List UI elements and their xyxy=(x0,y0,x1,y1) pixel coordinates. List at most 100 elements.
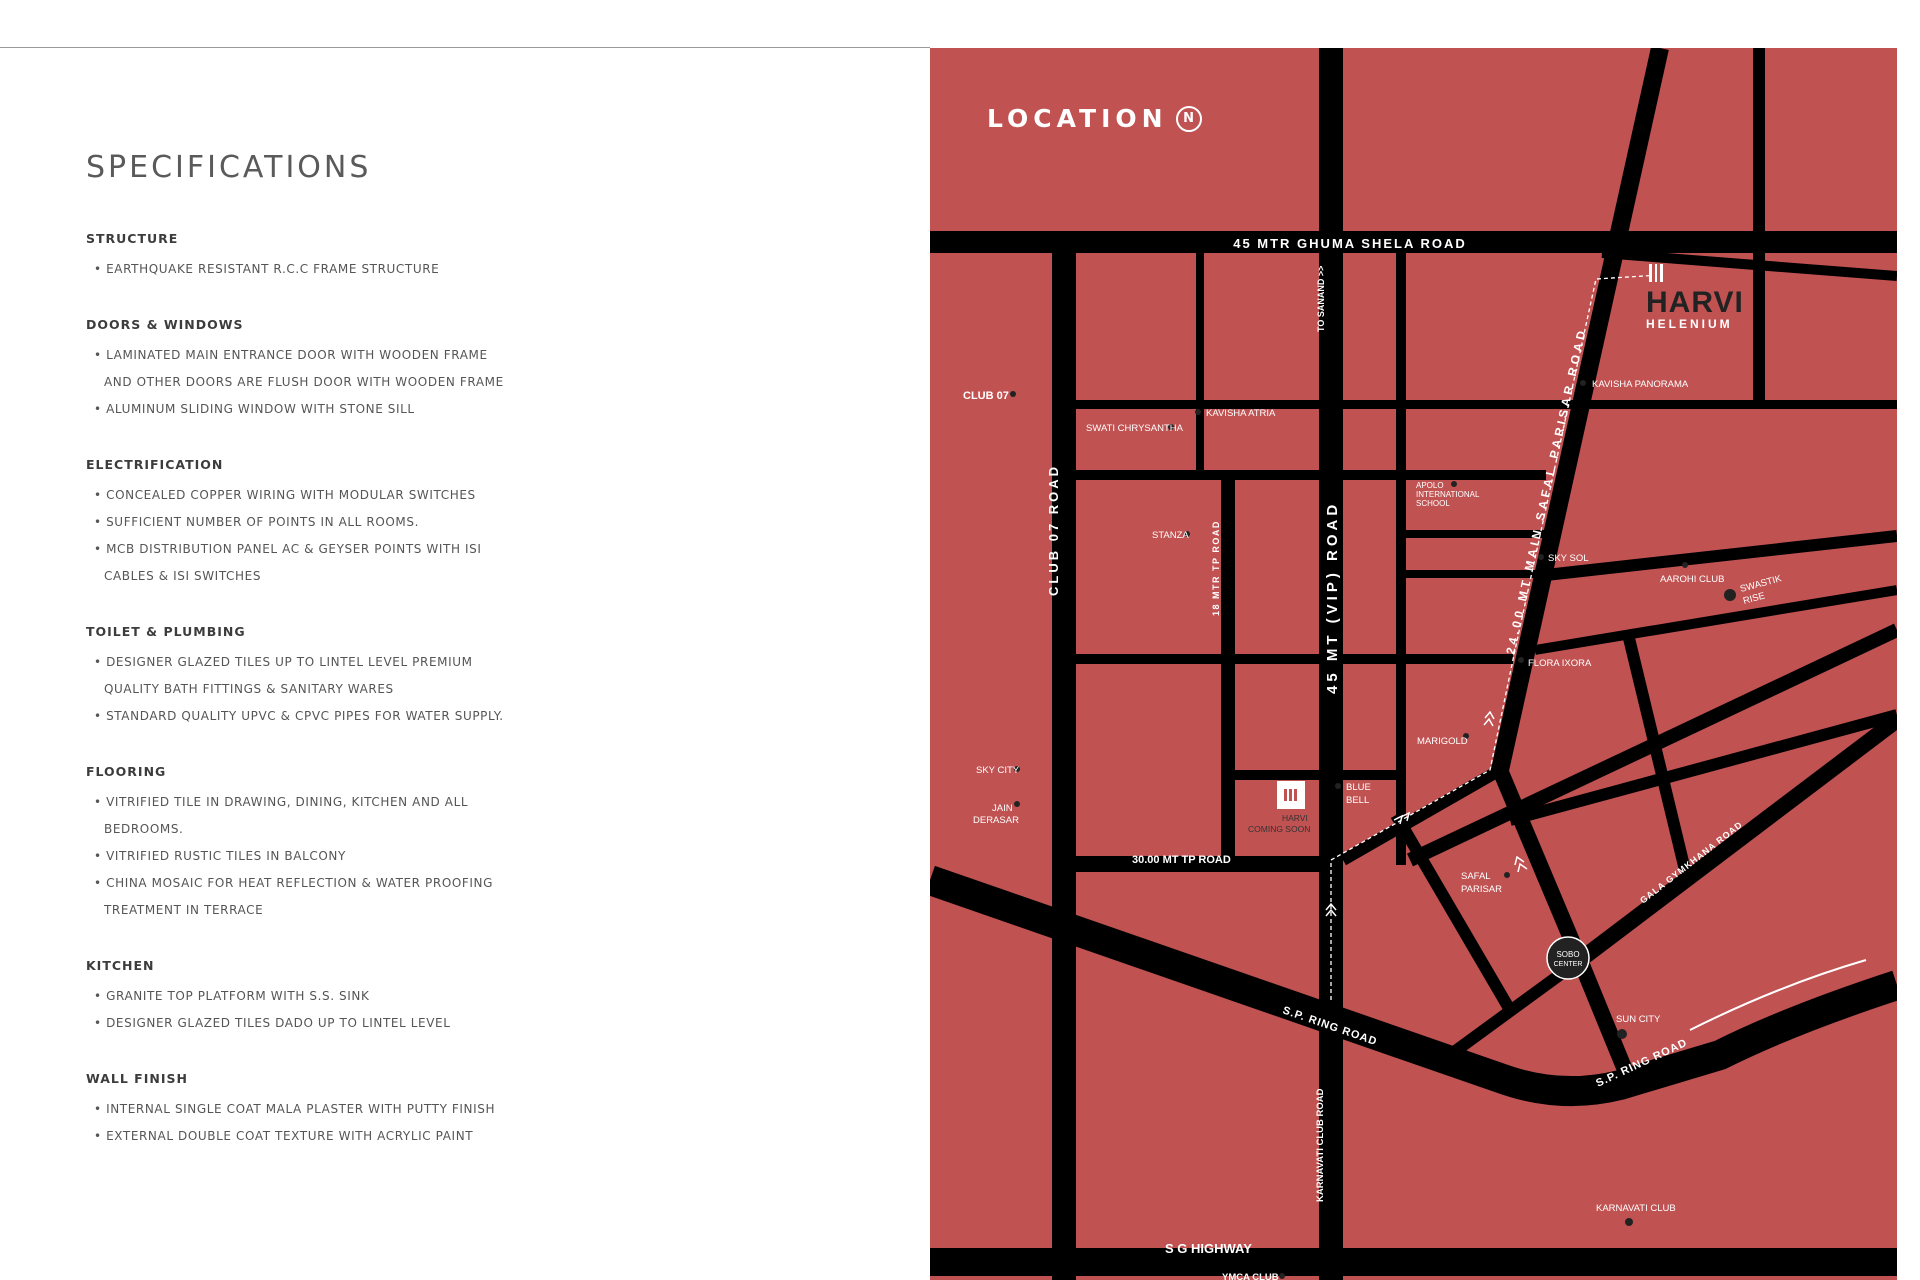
landmark-kavisha-panorama: KAVISHA PANORAMA xyxy=(1592,379,1689,390)
landmark-blue-1: BLUE xyxy=(1346,782,1371,793)
landmark-harvi-cs-1: HARVI xyxy=(1282,813,1308,823)
label-tp18-road: 18 MTR TP ROAD xyxy=(1211,520,1221,616)
landmark-apolo-2: INTERNATIONAL xyxy=(1416,490,1480,499)
location-title-text: LOCATION xyxy=(987,104,1168,133)
landmark-dot xyxy=(1682,562,1688,568)
sobo-center-marker: SOBO CENTER xyxy=(1546,936,1590,980)
sobo-label-1: SOBO xyxy=(1556,950,1579,959)
label-ghuma-shela: 45 MTR GHUMA SHELA ROAD xyxy=(1233,236,1467,251)
spec-item: EXTERNAL DOUBLE COAT TEXTURE WITH ACRYLI… xyxy=(94,1123,706,1150)
spec-heading: ELECTRIFICATION xyxy=(86,457,224,472)
landmark-aarohi: AAROHI CLUB xyxy=(1660,574,1724,585)
label-club07-road: CLUB 07 ROAD xyxy=(1046,464,1061,596)
spec-section-wall-finish: WALL FINISH INTERNAL SINGLE COAT MALA PL… xyxy=(86,1071,706,1150)
harvi-coming-soon-marker xyxy=(1277,781,1305,809)
landmark-sky-sol: SKY SOL xyxy=(1548,553,1589,564)
spec-item: GRANITE TOP PLATFORM WITH S.S. SINK xyxy=(94,983,706,1010)
label-vip-road: 45 MT (VIP) ROAD xyxy=(1324,501,1341,694)
landmark-flora: FLORA IXORA xyxy=(1528,658,1592,669)
road-local xyxy=(1076,470,1319,480)
spec-item: EARTHQUAKE RESISTANT R.C.C FRAME STRUCTU… xyxy=(94,256,706,283)
specifications-panel: SPECIFICATIONS STRUCTURE EARTHQUAKE RESI… xyxy=(86,150,706,1184)
landmark-dot xyxy=(1451,481,1457,487)
label-tp30-road: 30.00 MT TP ROAD xyxy=(1132,854,1231,866)
landmark-dot xyxy=(1518,657,1524,663)
location-title: LOCATION N xyxy=(987,104,1202,133)
harvi-logo: HARVI xyxy=(1646,286,1744,319)
spec-heading: WALL FINISH xyxy=(86,1071,188,1086)
landmark-dot xyxy=(1625,1218,1633,1226)
spec-item: INTERNAL SINGLE COAT MALA PLASTER WITH P… xyxy=(94,1096,706,1123)
harvi-logo-mark xyxy=(1649,264,1663,282)
harvi-subtitle: HELENIUM xyxy=(1646,317,1733,331)
landmark-dot xyxy=(1504,872,1510,878)
landmark-kavisha-atria: KAVISHA ATRIA xyxy=(1206,408,1276,419)
spec-item: MCB DISTRIBUTION PANEL AC & GEYSER POINT… xyxy=(94,536,706,590)
road-sg-highway xyxy=(930,1248,1897,1276)
spec-item: VITRIFIED TILE IN DRAWING, DINING, KITCH… xyxy=(94,789,706,843)
road-local xyxy=(1235,770,1319,780)
road-local xyxy=(1076,400,1897,409)
landmark-sky-city: SKY CITY xyxy=(976,765,1020,776)
spec-section-toilet-plumbing: TOILET & PLUMBING DESIGNER GLAZED TILES … xyxy=(86,624,706,730)
landmark-safal-1: SAFAL xyxy=(1461,871,1491,882)
top-divider xyxy=(0,47,930,48)
spec-item: ALUMINUM SLIDING WINDOW WITH STONE SILL xyxy=(94,396,706,423)
landmark-stanza: STANZA xyxy=(1152,530,1189,541)
road-local xyxy=(1343,470,1546,480)
road-club07 xyxy=(1052,253,1076,1280)
road-tp18 xyxy=(1221,480,1235,860)
landmark-karnavati-club: KARNAVATI CLUB xyxy=(1596,1203,1676,1214)
road-local xyxy=(1196,253,1204,475)
spec-heading: DOORS & WINDOWS xyxy=(86,317,244,332)
spec-section-electrification: ELECTRIFICATION CONCEALED COPPER WIRING … xyxy=(86,457,706,590)
spec-section-kitchen: KITCHEN GRANITE TOP PLATFORM WITH S.S. S… xyxy=(86,958,706,1037)
landmark-dot xyxy=(1617,1029,1627,1039)
landmark-dot xyxy=(1580,380,1586,386)
landmark-dot xyxy=(1335,783,1341,789)
spec-item: CHINA MOSAIC FOR HEAT REFLECTION & WATER… xyxy=(94,870,706,924)
road-local xyxy=(1753,48,1765,401)
road-local xyxy=(1343,770,1396,780)
label-sg-highway: S G HIGHWAY xyxy=(1165,1241,1252,1256)
road-local xyxy=(1406,530,1546,538)
label-to-sanand: TO SANAND >> xyxy=(1316,266,1326,332)
spec-item: VITRIFIED RUSTIC TILES IN BALCONY xyxy=(94,843,706,870)
landmark-dot xyxy=(1724,589,1736,601)
spec-item: DESIGNER GLAZED TILES DADO UP TO LINTEL … xyxy=(94,1010,706,1037)
landmark-safal-2: PARISAR xyxy=(1461,884,1502,895)
landmark-marigold: MARIGOLD xyxy=(1417,736,1468,747)
landmark-dot xyxy=(1195,409,1201,415)
specifications-title: SPECIFICATIONS xyxy=(86,150,372,185)
landmark-dot xyxy=(1279,1273,1285,1279)
landmark-dot xyxy=(1014,801,1020,807)
spec-item: LAMINATED MAIN ENTRANCE DOOR WITH WOODEN… xyxy=(94,342,706,396)
road-local xyxy=(1343,654,1513,664)
landmark-apolo-1: APOLO xyxy=(1416,481,1444,490)
spec-section-structure: STRUCTURE EARTHQUAKE RESISTANT R.C.C FRA… xyxy=(86,231,706,283)
landmark-club07: CLUB 07 xyxy=(963,390,1009,402)
landmark-sun-city: SUN CITY xyxy=(1616,1014,1661,1025)
road-local xyxy=(1076,654,1319,664)
spec-item: SUFFICIENT NUMBER OF POINTS IN ALL ROOMS… xyxy=(94,509,706,536)
landmark-apolo-3: SCHOOL xyxy=(1416,499,1450,508)
label-karnavati-club-road: KARNAVATI CLUB ROAD xyxy=(1315,1088,1326,1202)
sobo-label-2: CENTER xyxy=(1554,961,1583,968)
landmark-ymca: YMCA CLUB xyxy=(1222,1272,1279,1280)
landmark-dot xyxy=(1538,554,1544,560)
landmark-swati: SWATI CHRYSANTHA xyxy=(1086,423,1184,434)
location-map[interactable]: 45 MTR GHUMA SHELA ROAD 45 MT (VIP) ROAD… xyxy=(930,48,1897,1280)
compass-icon: N xyxy=(1175,105,1202,132)
spec-item: STANDARD QUALITY UPVC & CPVC PIPES FOR W… xyxy=(94,703,706,730)
road-local xyxy=(1396,253,1406,865)
landmark-jain-2: DERASAR xyxy=(973,815,1019,826)
spec-heading: STRUCTURE xyxy=(86,231,179,246)
spec-section-doors-windows: DOORS & WINDOWS LAMINATED MAIN ENTRANCE … xyxy=(86,317,706,423)
spec-heading: KITCHEN xyxy=(86,958,155,973)
spec-item: CONCEALED COPPER WIRING WITH MODULAR SWI… xyxy=(94,482,706,509)
landmark-dot xyxy=(1010,391,1016,397)
landmark-harvi-cs-2: COMING SOON xyxy=(1248,824,1310,834)
landmark-blue-2: BELL xyxy=(1346,795,1369,806)
spec-section-flooring: FLOORING VITRIFIED TILE IN DRAWING, DINI… xyxy=(86,764,706,924)
spec-heading: FLOORING xyxy=(86,764,167,779)
